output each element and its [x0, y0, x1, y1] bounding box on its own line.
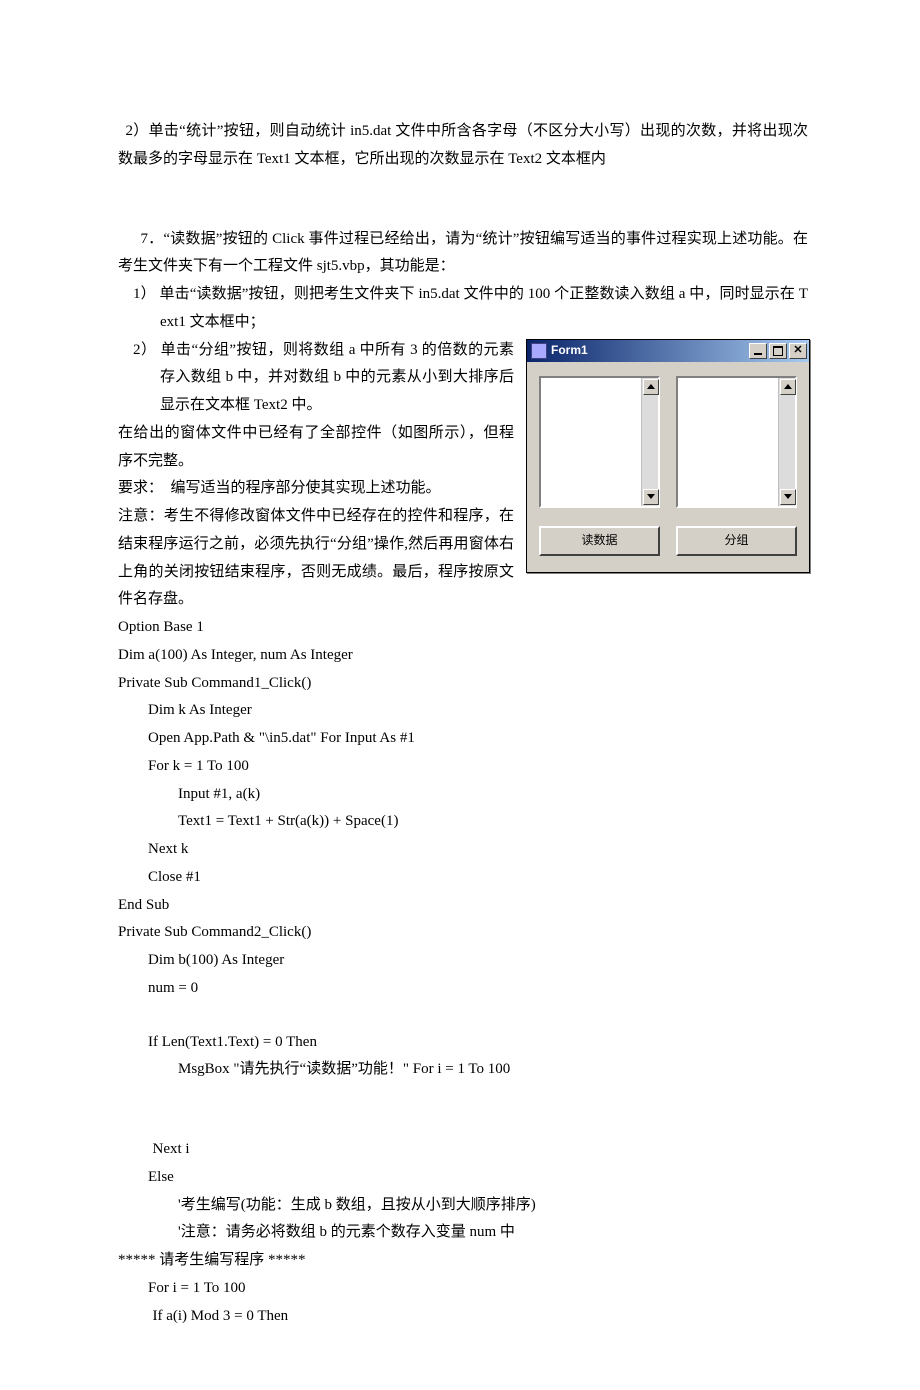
- code-line: Private Sub Command2_Click(): [118, 919, 808, 947]
- code-line: Dim a(100) As Integer, num As Integer: [118, 642, 808, 670]
- question-7-lead: 7．“读数据”按钮的 Click 事件过程已经给出，请为“统计”按钮编写适当的事…: [118, 226, 808, 282]
- code-line: Private Sub Command1_Click(): [118, 670, 808, 698]
- window-titlebar: Form1 ✕: [527, 340, 809, 362]
- list-item-1: 1） 单击“读数据”按钮，则把考生文件夹下 in5.dat 文件中的 100 个…: [118, 281, 808, 337]
- code-line: Option Base 1: [118, 614, 808, 642]
- code-line: For i = 1 To 100: [118, 1275, 808, 1303]
- code-line: Next i: [118, 1136, 808, 1164]
- code-line: Dim k As Integer: [118, 697, 808, 725]
- read-data-button[interactable]: 读数据: [539, 526, 660, 556]
- scroll-up-icon[interactable]: [780, 379, 796, 395]
- code-line: Else: [118, 1164, 808, 1192]
- app-icon: [531, 343, 547, 359]
- form-preview: Form1 ✕: [526, 339, 808, 573]
- code-line: '考生编写(功能：生成 b 数组，且按从小到大顺序排序): [118, 1192, 808, 1220]
- text2-scrollbar[interactable]: [778, 378, 795, 506]
- close-button[interactable]: ✕: [789, 343, 807, 359]
- code-line: For k = 1 To 100: [118, 753, 808, 781]
- intro-paragraph: 2）单击“统计”按钮，则自动统计 in5.dat 文件中所含各字母（不区分大小写…: [118, 118, 808, 174]
- scroll-up-icon[interactable]: [643, 379, 659, 395]
- code-line: Next k: [118, 836, 808, 864]
- code-line: Text1 = Text1 + Str(a(k)) + Space(1): [118, 808, 808, 836]
- maximize-button[interactable]: [769, 343, 787, 359]
- code-line: num = 0: [118, 975, 808, 1003]
- code-listing: Option Base 1 Dim a(100) As Integer, num…: [118, 614, 808, 1330]
- code-line: If a(i) Mod 3 = 0 Then: [118, 1303, 808, 1331]
- code-line: MsgBox "请先执行“读数据”功能！" For i = 1 To 100: [118, 1056, 808, 1084]
- scroll-down-icon[interactable]: [780, 489, 796, 505]
- scroll-down-icon[interactable]: [643, 489, 659, 505]
- code-line: Open App.Path & "\in5.dat" For Input As …: [118, 725, 808, 753]
- code-line: End Sub: [118, 892, 808, 920]
- text1-box[interactable]: [539, 376, 660, 508]
- text1-scrollbar[interactable]: [641, 378, 658, 506]
- minimize-button[interactable]: [749, 343, 767, 359]
- code-line: '注意：请务必将数组 b 的元素个数存入变量 num 中: [118, 1219, 808, 1247]
- code-line: Close #1: [118, 864, 808, 892]
- code-line: Input #1, a(k): [118, 781, 808, 809]
- group-button[interactable]: 分组: [676, 526, 797, 556]
- code-line: Dim b(100) As Integer: [118, 947, 808, 975]
- window-title: Form1: [551, 339, 749, 361]
- code-line: If Len(Text1.Text) = 0 Then: [118, 1029, 808, 1057]
- text2-box[interactable]: [676, 376, 797, 508]
- code-line: ***** 请考生编写程序 *****: [118, 1247, 808, 1275]
